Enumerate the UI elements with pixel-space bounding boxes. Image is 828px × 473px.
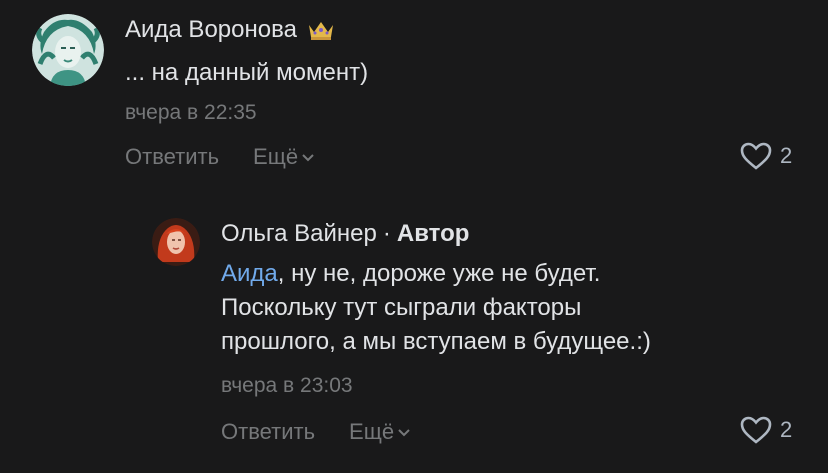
comment-text-line: Аида, ну не, дороже уже не будет. — [221, 257, 651, 291]
reply-comment: Ольга Вайнер · Автор Аида, ну не, дороже… — [0, 200, 828, 473]
avatar-image — [152, 218, 200, 266]
avatar[interactable] — [152, 218, 200, 266]
reply-button[interactable]: Ответить — [125, 144, 219, 170]
avatar-image — [32, 14, 104, 86]
like-count: 2 — [780, 417, 793, 442]
chevron-down-icon — [301, 152, 315, 162]
author-row: Аида Воронова — [125, 16, 335, 44]
like-button[interactable]: 2 — [740, 416, 792, 444]
author-name[interactable]: Ольга Вайнер — [221, 220, 377, 248]
comment-text-line: прошлого, а мы вступаем в будущее.:) — [221, 328, 651, 355]
more-button[interactable]: Ещё — [253, 144, 315, 170]
author-name[interactable]: Аида Воронова — [125, 16, 297, 44]
more-button[interactable]: Ещё — [349, 419, 411, 445]
comment-text: ... на данный момент) — [125, 59, 369, 86]
comment-actions: Ответить Ещё — [125, 144, 315, 170]
comment: Аида Воронова ... на данный момент) вчер… — [0, 0, 828, 200]
more-label: Ещё — [349, 419, 395, 444]
comment-time[interactable]: вчера в 23:03 — [221, 374, 353, 398]
like-count: 2 — [780, 143, 793, 168]
separator: · — [382, 220, 391, 247]
chevron-down-icon — [397, 427, 411, 437]
comment-text-fragment: , ну не, дороже уже не будет. — [277, 260, 601, 287]
heart-icon — [740, 142, 772, 170]
like-button[interactable]: 2 — [740, 142, 792, 170]
author-row: Ольга Вайнер · Автор — [221, 220, 469, 248]
comment-time[interactable]: вчера в 22:35 — [125, 101, 257, 125]
more-label: Ещё — [253, 144, 299, 169]
crown-icon — [307, 19, 335, 41]
avatar[interactable] — [32, 14, 104, 86]
author-tag: Автор — [396, 220, 470, 247]
comment-text-line: Поскольку тут сыграли факторы — [221, 294, 582, 321]
comment-text: Аида, ну не, дороже уже не будет. Поскол… — [221, 257, 651, 359]
reply-button[interactable]: Ответить — [221, 419, 315, 445]
mention-link[interactable]: Аида — [221, 260, 278, 287]
comment-actions: Ответить Ещё — [221, 419, 411, 445]
heart-icon — [740, 416, 772, 444]
